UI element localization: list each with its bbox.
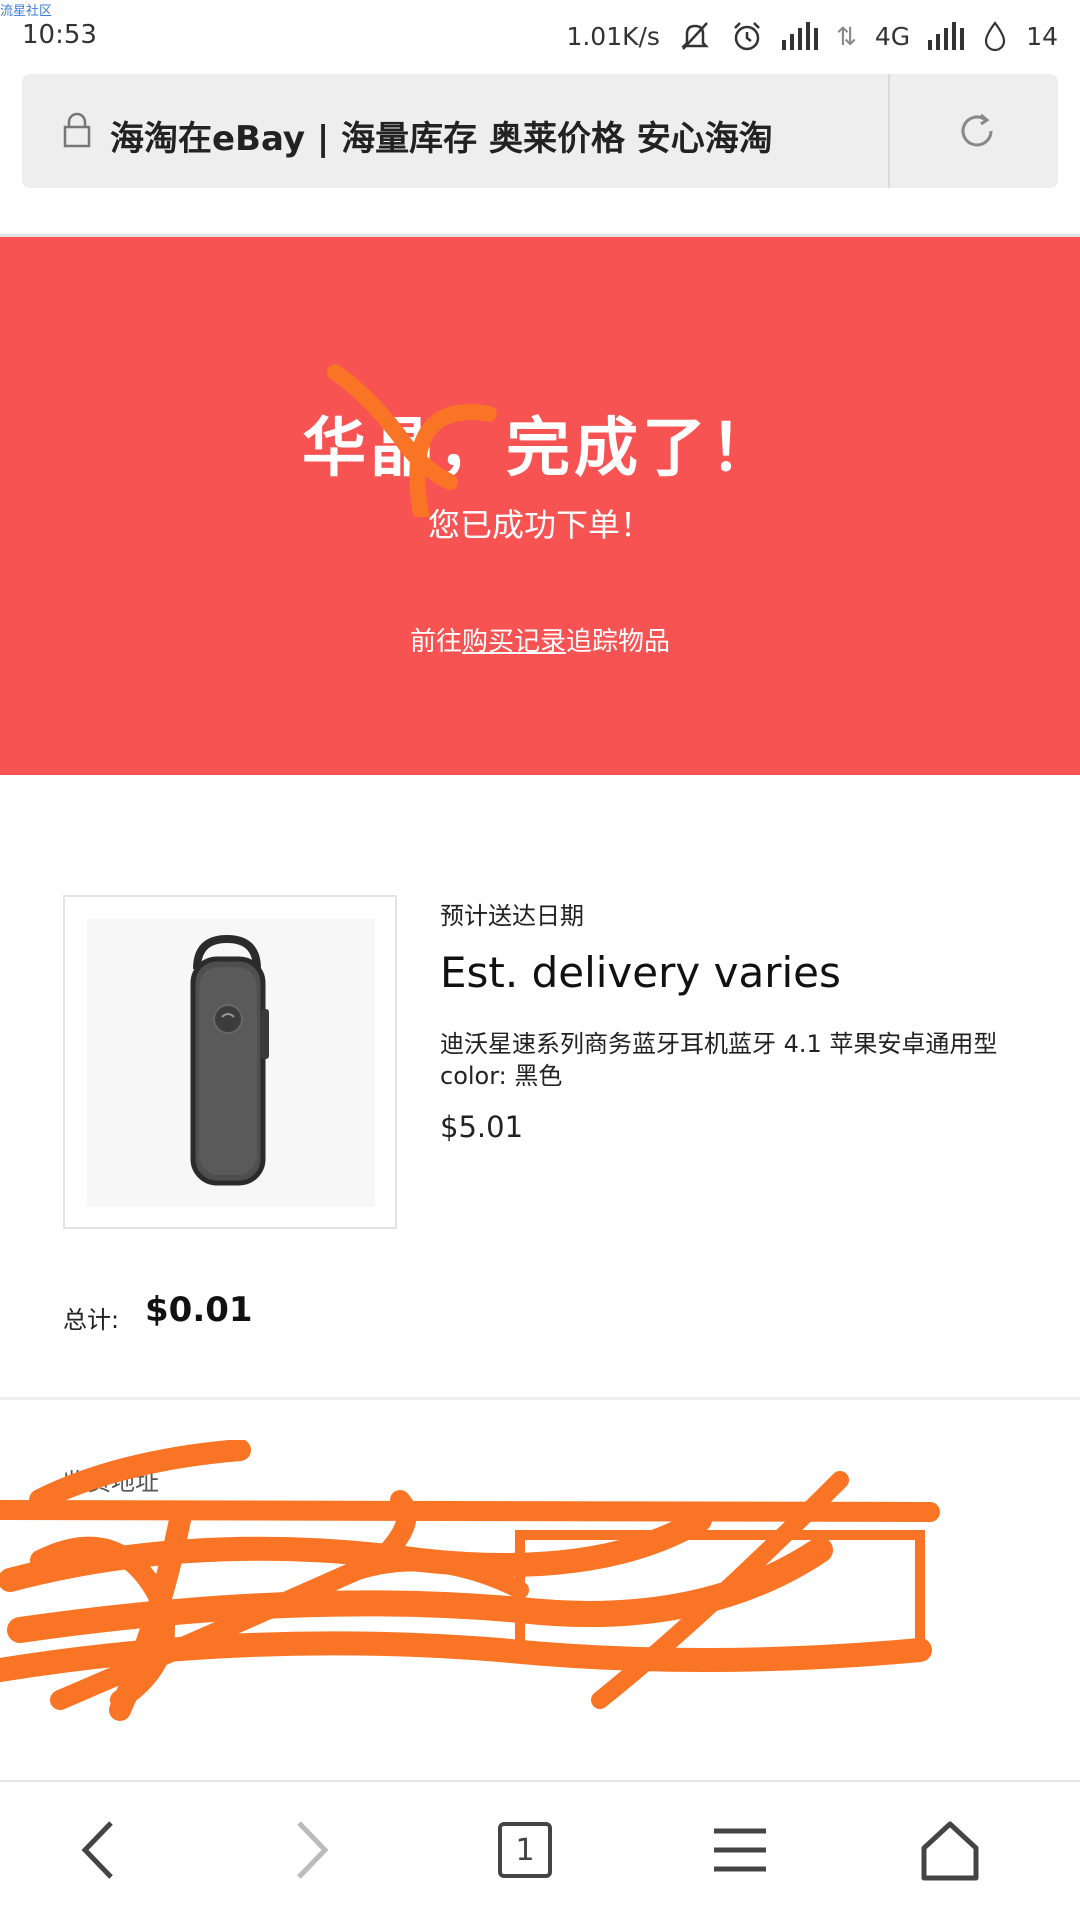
total-label: 总计: (63, 1306, 120, 1334)
item-color: color: 黑色 (440, 1062, 563, 1090)
tab-count-icon: 1 (498, 1822, 552, 1878)
menu-icon (714, 1828, 766, 1872)
title-fade (812, 84, 892, 178)
alarm-icon (734, 22, 760, 51)
page-title[interactable]: 海淘在eBay | 海量库存 奥莱价格 安心海淘 (110, 100, 870, 170)
back-button[interactable] (35, 1790, 165, 1910)
status-icons: 1.01K/s ⇅ 4G 14 (566, 14, 1058, 58)
item-price: $5.01 (440, 1110, 524, 1144)
reload-icon (961, 113, 993, 147)
menu-button[interactable] (675, 1790, 805, 1910)
lock-icon (63, 112, 91, 148)
confirmation-banner: 华晶，完成了！ 您已成功下单！ 前往购买记录追踪物品 (0, 237, 1080, 775)
network-speed: 1.01K/s (566, 21, 660, 51)
redaction-scribble (327, 364, 497, 517)
home-icon (921, 1821, 979, 1881)
battery-drop-icon (985, 21, 1006, 52)
data-transfer-icon: ⇅ (835, 21, 857, 51)
bottom-nav-divider (0, 1780, 1080, 1782)
mute-bell-icon (680, 22, 709, 50)
network-type: 4G (874, 21, 911, 51)
delivery-value: Est. delivery varies (440, 948, 841, 997)
item-image-background (87, 919, 375, 1207)
address-divider (888, 74, 890, 188)
purchase-history-link[interactable]: 购买记录 (462, 627, 566, 657)
tab-count: 1 (515, 1832, 535, 1868)
section-divider (0, 1397, 1080, 1400)
battery-level: 14 (1026, 21, 1058, 51)
signal-strength-icon-2 (928, 22, 965, 50)
address-redaction-scribble (0, 1440, 940, 1721)
home-button[interactable] (885, 1790, 1015, 1910)
delivery-label: 预计送达日期 (440, 902, 584, 930)
tabs-button[interactable]: 1 (460, 1790, 590, 1910)
track-prefix: 前往 (409, 627, 462, 657)
bluetooth-earpiece-image (190, 934, 269, 1186)
confirmation-subheading: 您已成功下单！ (427, 506, 652, 544)
forward-arrow-icon (297, 1821, 329, 1879)
address-bar[interactable]: 海淘在eBay | 海量库存 奥莱价格 安心海淘 (22, 74, 1058, 188)
signal-strength-icon (781, 22, 818, 50)
confirmation-heading: 华晶，完成了！ (302, 412, 778, 486)
status-bar: 10:53 1.01K/s ⇅ 4G 14 (0, 0, 1080, 72)
item-image[interactable] (63, 895, 397, 1229)
back-arrow-icon (81, 1821, 113, 1879)
track-suffix: 追踪物品 (566, 627, 671, 657)
total-value: $0.01 (145, 1290, 253, 1330)
status-time: 10:53 (22, 20, 97, 50)
reload-button[interactable] (922, 94, 1032, 168)
item-title[interactable]: 迪沃星速系列商务蓝牙耳机蓝牙 4.1 苹果安卓通用型 (440, 1024, 997, 1059)
forward-button[interactable] (245, 1790, 375, 1910)
track-items-line: 前往购买记录追踪物品 (0, 621, 1080, 658)
